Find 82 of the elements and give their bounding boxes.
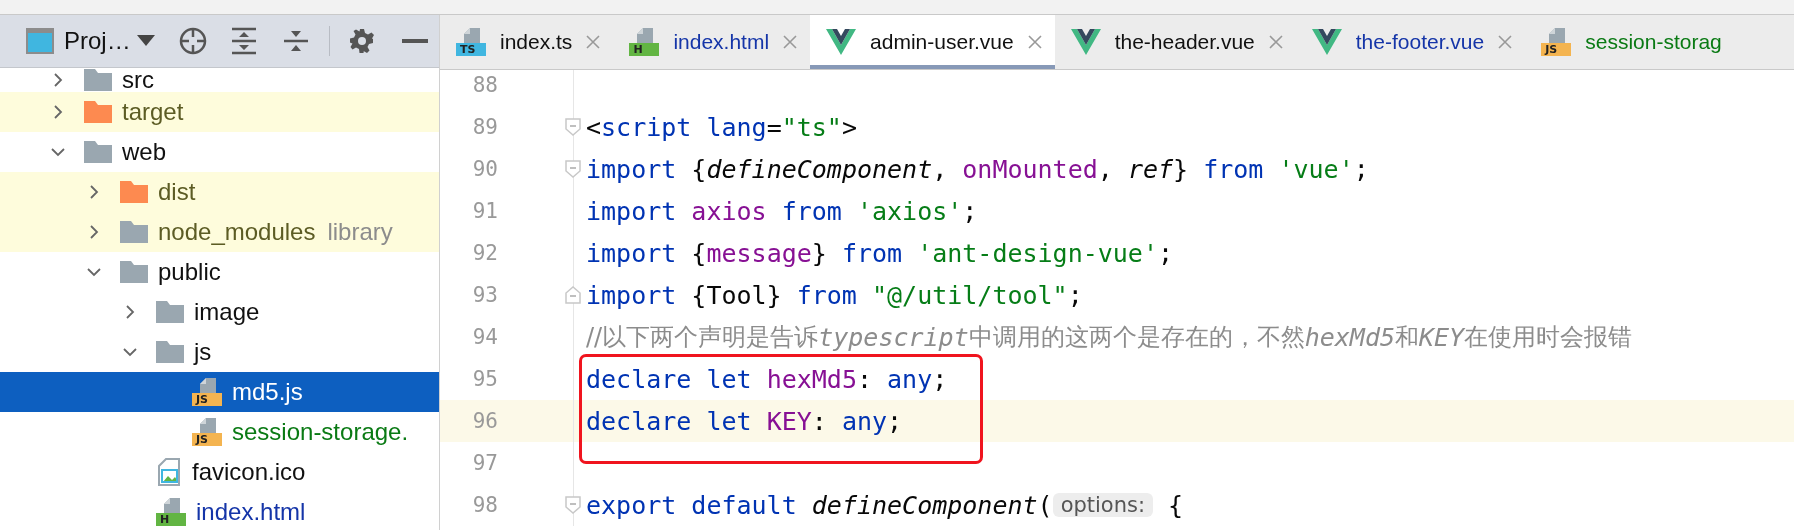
editor-tab[interactable]: admin-user.vue (810, 15, 1055, 69)
line-number: 98 (471, 493, 498, 517)
tree-item[interactable]: image (0, 292, 439, 332)
editor-tab[interactable]: H index.html (613, 15, 811, 69)
chevron-right-icon[interactable] (87, 185, 101, 199)
chevron-down-icon[interactable] (87, 265, 101, 279)
folder-icon (120, 221, 148, 243)
line-number: 90 (471, 157, 498, 181)
item-label: index.html (196, 500, 306, 524)
code-line: import {Tool} from "@/util/tool"; (585, 279, 1083, 312)
line-number: 92 (471, 241, 498, 265)
tree-item[interactable]: JS md5.js (0, 372, 439, 412)
minimize-icon[interactable] (401, 39, 428, 43)
tree-item[interactable]: web (0, 132, 439, 172)
v-logo-icon (1070, 29, 1101, 55)
line-number: 88 (471, 73, 498, 97)
item-label: public (158, 260, 221, 284)
tree-item[interactable]: JS session-storage. (0, 412, 439, 452)
line-number: 93 (471, 283, 498, 307)
editor-tab[interactable]: JS session-storag (1525, 15, 1735, 69)
panel-title[interactable]: Proj… (64, 27, 131, 55)
window-icon (26, 28, 54, 54)
item-label: md5.js (232, 380, 303, 404)
folder-icon (84, 141, 112, 163)
chevron-right-icon[interactable] (123, 305, 137, 319)
chevron-right-icon[interactable] (51, 105, 65, 119)
tree-item[interactable]: src (0, 68, 439, 92)
tree-item[interactable]: node_modules library (0, 212, 439, 252)
code-line: export default defineComponent( options: { (585, 489, 1184, 522)
item-label: node_modules (158, 220, 316, 244)
editor-tab[interactable]: the-footer.vue (1295, 15, 1526, 69)
v-logo-icon (826, 29, 857, 55)
chevron-right-icon[interactable] (51, 73, 65, 87)
chevron-right-icon[interactable] (87, 225, 101, 239)
line-number: 96 (471, 409, 498, 433)
code-line: declare let hexMd5: any; (585, 363, 948, 396)
code-line: declare let KEY: any; (585, 405, 903, 438)
code-line: import {message} from 'ant-design-vue'; (585, 237, 1174, 270)
line-number: 95 (471, 367, 498, 391)
line-number: 89 (471, 115, 498, 139)
fold-marker-icon[interactable] (565, 118, 581, 136)
settings-icon[interactable] (349, 29, 374, 53)
editor-tab[interactable]: TS index.ts (440, 15, 614, 69)
item-label: web (122, 140, 167, 164)
code-line: <script lang="ts"> (585, 111, 857, 144)
chevron-down-icon[interactable] (51, 145, 65, 159)
tree-item[interactable]: favicon.ico (0, 452, 439, 492)
tree-item[interactable]: public (0, 252, 439, 292)
item-label: target (122, 100, 184, 124)
folder-icon (84, 101, 112, 123)
item-label: src (122, 68, 154, 92)
folder-icon (120, 261, 148, 283)
code-line: //以下两个声明是告诉typescript中调用的这两个是存在的，不然hexMd5和KEY在使用时会报错 (585, 321, 1633, 354)
item-label: js (194, 340, 212, 364)
code-line: import {defineComponent, onMounted, ref} from 'vue'; (585, 153, 1369, 186)
close-icon[interactable] (1027, 35, 1042, 49)
caret-icon[interactable] (136, 35, 155, 47)
item-label: dist (158, 180, 196, 204)
fold-marker-icon[interactable] (565, 286, 581, 304)
item-hint: library (327, 218, 393, 246)
line-number: 91 (471, 199, 498, 223)
item-label: image (194, 300, 260, 324)
image-file-icon (156, 458, 182, 486)
code-line: import axios from 'axios'; (585, 195, 978, 228)
crosshair-icon[interactable] (178, 27, 207, 55)
chevron-down-icon[interactable] (123, 345, 137, 359)
item-label: favicon.ico (192, 460, 306, 484)
editor-tab[interactable]: the-header.vue (1054, 15, 1296, 69)
tree-item[interactable]: js (0, 332, 439, 372)
expand-all-icon[interactable] (230, 27, 257, 55)
folder-icon (156, 341, 184, 363)
folder-icon (156, 301, 184, 323)
v-logo-icon (1311, 29, 1342, 55)
tree-item[interactable]: target (0, 92, 439, 132)
fold-marker-icon[interactable] (565, 160, 581, 178)
folder-icon (120, 181, 148, 203)
item-label: session-storage. (232, 420, 409, 444)
fold-marker-icon[interactable] (565, 496, 581, 514)
tree-item[interactable]: H index.html (0, 492, 439, 530)
line-number: 94 (471, 325, 498, 349)
tree-item[interactable]: dist (0, 172, 439, 212)
line-number: 97 (471, 451, 498, 475)
